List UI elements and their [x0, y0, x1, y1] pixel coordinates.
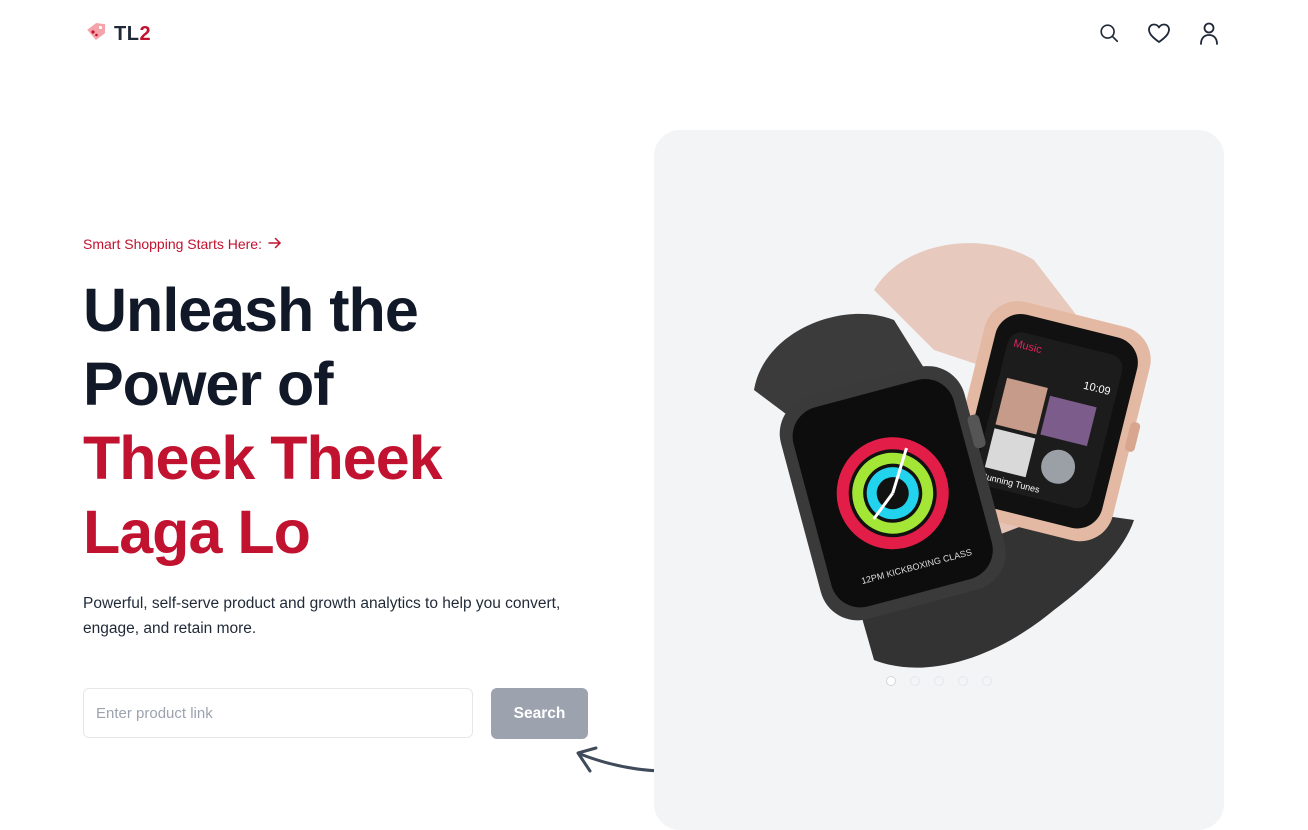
carousel-dot[interactable] [934, 676, 944, 686]
headline-highlight-line: Laga Lo [83, 498, 311, 566]
carousel-dot[interactable] [982, 676, 992, 686]
hero-headline: Unleash the Power of Theek Theek Laga Lo [83, 273, 643, 569]
carousel-dot[interactable] [910, 676, 920, 686]
eyebrow-text: Smart Shopping Starts Here: [83, 236, 262, 252]
hero-description: Powerful, self-serve product and growth … [83, 595, 561, 637]
carousel-dots [886, 676, 992, 686]
headline-line: Power of [83, 350, 334, 418]
logo-text: TL2 [114, 23, 152, 45]
search-button[interactable]: Search [491, 688, 588, 739]
carousel-dot[interactable] [886, 676, 896, 686]
product-link-input[interactable] [83, 688, 473, 738]
search-icon[interactable] [1096, 20, 1122, 46]
header-icons [1096, 20, 1222, 46]
user-icon[interactable] [1196, 20, 1222, 46]
headline-line: Unleash the [83, 276, 419, 344]
headline-highlight-line: Theek Theek [83, 424, 443, 492]
arrow-right-icon [268, 236, 282, 252]
logo[interactable]: TL2 [84, 20, 151, 49]
product-carousel: Music 10:09 Running Tunes 12PM KICKBOXIN… [654, 130, 1224, 830]
price-tag-icon [84, 20, 108, 49]
heart-icon[interactable] [1146, 20, 1172, 46]
carousel-dot[interactable] [958, 676, 968, 686]
smartwatch-image: Music 10:09 Running Tunes 12PM KICKBOXIN… [754, 243, 1151, 668]
hero-eyebrow[interactable]: Smart Shopping Starts Here: [83, 236, 282, 252]
